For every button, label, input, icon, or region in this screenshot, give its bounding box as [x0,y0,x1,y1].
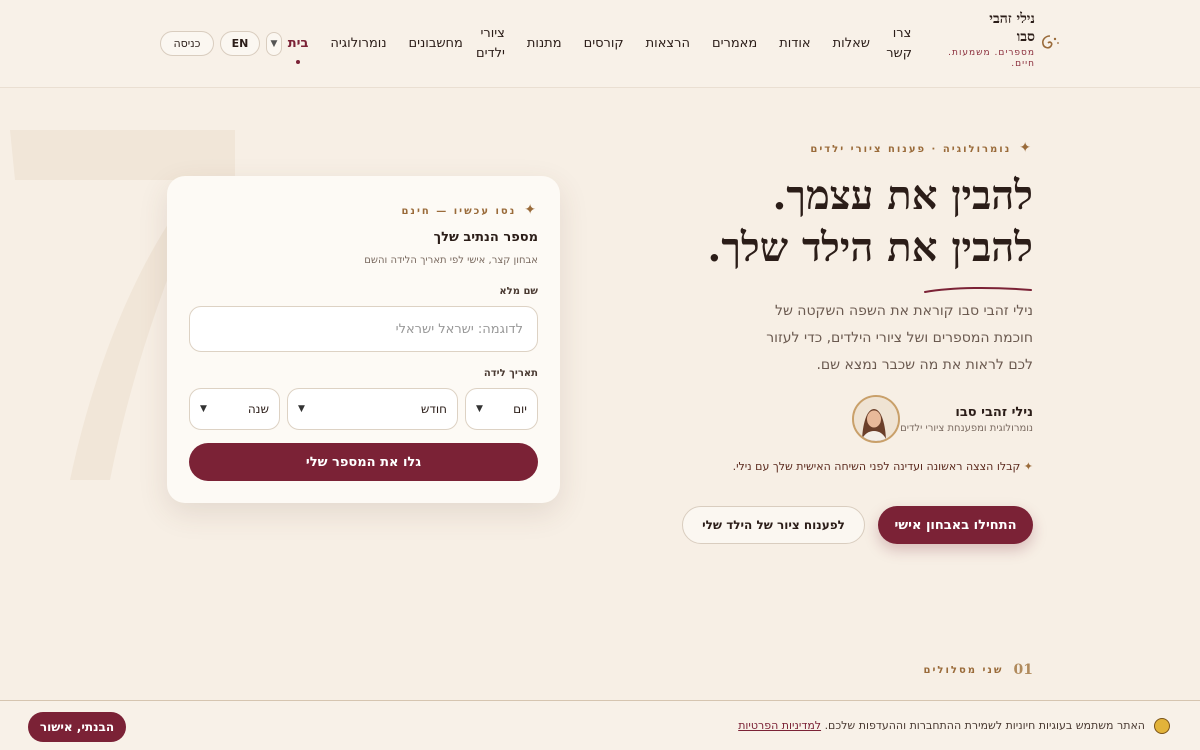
cookie-accept-button[interactable]: הבנתי, אישור [28,712,126,742]
nav-faq[interactable]: שאלות [822,34,881,54]
chevron-down-icon: ▼ [298,404,305,414]
nav-kids-drawings[interactable]: ציורי ילדים [474,24,516,64]
author-role: נומרולוגית ומפענחת ציורי ילדים [900,422,1033,434]
nav-numerology[interactable]: נומרולוגיה [319,34,397,54]
birth-month-select[interactable]: חודש ▼ [287,388,458,430]
author-avatar [852,395,901,443]
life-path-form: ✦נסו עכשיו — חינם מספר הנתיב שלך אבחון ק… [167,176,560,503]
offer-note: ✦ קבלו הצצה ראשונה ועדינה לפני השיחה האי… [732,460,1033,473]
hero-description: נילי זהבי סבו קוראת את השפה השקטה של חוכ… [766,303,1033,373]
nav-calculators[interactable]: מחשבונים [398,34,474,54]
birth-year-select[interactable]: שנה ▼ [189,388,280,430]
logo[interactable]: נילי זהבי סבו מספרים. משמעות. חיים. [945,10,1059,80]
privacy-policy-link[interactable]: למדיניות הפרטיות [738,719,821,732]
author-name: נילי זהבי סבו [955,404,1033,420]
site-header: נילי זהבי סבו מספרים. משמעות. חיים. בית … [0,0,1200,88]
cookie-banner: האתר משתמש בעוגיות חיוניות לשמירת ההתחבר… [0,700,1200,750]
full-name-label: שם מלא [499,286,538,297]
cookie-text: האתר משתמש בעוגיות חיוניות לשמירת ההתחבר… [738,719,1145,732]
section-number: 01 [1013,662,1033,678]
main-nav: בית נומרולוגיה מחשבונים ציורי ילדים מתנו… [277,0,923,88]
day-select-value: יום [513,402,527,416]
sparkle-icon: ✦ [1023,460,1033,473]
section-label: שני מסלולים [923,664,1004,676]
birth-day-select[interactable]: יום ▼ [465,388,538,430]
month-select-value: חודש [420,402,447,416]
title-underline-decoration [924,286,1032,293]
form-eyebrow: ✦נסו עכשיו — חינם [401,202,538,218]
hero-eyebrow: ✦נומרולוגיה · פענוח ציורי ילדים [810,140,1033,156]
decode-drawing-button[interactable]: לפענוח ציור של הילד שלי [682,506,865,544]
year-select-value: שנה [247,402,269,416]
chevron-down-icon: ▼ [200,404,207,414]
login-button[interactable]: כניסה [160,31,214,56]
start-diagnosis-button[interactable]: התחילו באבחון אישי [878,506,1033,544]
logo-title: נילי זהבי סבו [989,11,1035,45]
nav-about[interactable]: אודות [768,34,821,54]
full-name-input[interactable]: לדוגמה: ישראל ישראלי [189,306,538,352]
chevron-down-icon: ▼ [270,39,278,49]
section-heading: 01 שני מסלולים [924,662,1034,678]
form-title: מספר הנתיב שלך [433,230,538,245]
chevron-down-icon: ▼ [476,404,483,414]
birth-date-label: תאריך לידה [483,368,538,379]
avatar-portrait-icon [854,397,899,441]
language-en-button[interactable]: EN [220,31,260,56]
nav-gifts[interactable]: מתנות [516,34,573,54]
nav-courses[interactable]: קורסים [573,34,635,54]
nav-articles[interactable]: מאמרים [701,34,768,54]
hero-title: להבין את עצמך. להבין את הילד שלך. [707,172,1033,271]
nav-lectures[interactable]: הרצאות [635,34,701,54]
sparkle-icon: ✦ [524,202,538,218]
form-subtitle: אבחון קצר, אישי לפי תאריך הלידה והשם [364,255,538,266]
nav-contact[interactable]: צרו קשר [881,24,923,64]
cookie-icon [1154,718,1170,734]
logo-tagline: מספרים. משמעות. חיים. [948,48,1035,69]
sparkle-icon: ✦ [1019,140,1033,156]
author-card: נילי זהבי סבו נומרולוגית ומפענחת ציורי י… [842,394,1033,444]
reveal-number-button[interactable]: גלו את המספר שלי [189,443,538,481]
logo-spiral-icon [1042,35,1059,49]
language-dropdown[interactable]: ▼ [266,32,282,56]
nav-home[interactable]: בית [277,34,320,54]
